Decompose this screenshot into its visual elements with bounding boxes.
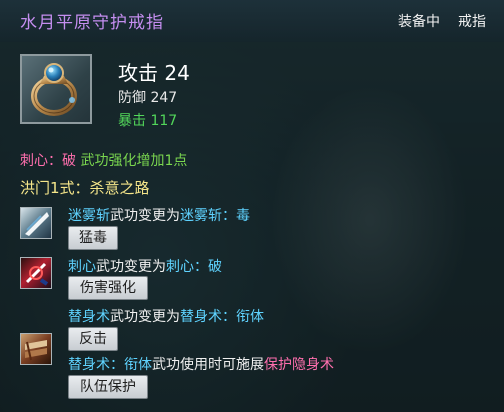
effect-name: 保护隐身术 <box>264 357 334 373</box>
counter-button[interactable]: 反击 <box>68 327 118 351</box>
skill-line-2: 刺心武功变更为刺心：破 <box>68 256 222 276</box>
skill-name: 替身术 <box>68 309 110 325</box>
stat-crit: 暴击 117 <box>118 113 178 129</box>
effect-text: 武功使用时可施展 <box>152 357 264 373</box>
skill-change-text: 武功变更为 <box>96 259 166 275</box>
team-protect-button[interactable]: 队伍保护 <box>68 375 148 399</box>
skill-name: 迷雾斩 <box>68 208 110 224</box>
skill-line-1: 迷雾斩武功变更为迷雾斩：毒 <box>68 205 250 225</box>
bonus-skill: 刺心：破 <box>20 153 76 169</box>
substitute-skill-icon <box>20 333 52 365</box>
mist-slash-skill-icon <box>20 207 52 239</box>
equip-slot: 戒指 <box>458 14 486 30</box>
damage-boost-button[interactable]: 伤害强化 <box>68 276 148 300</box>
item-tooltip-panel: 水月平原守护戒指 装备中 戒指 攻击 24 防御 247 暴击 117 刺心：破… <box>0 0 504 412</box>
stat-defense: 防御 247 <box>118 90 178 106</box>
skill-change-text: 武功变更为 <box>110 309 180 325</box>
skill-name: 刺心 <box>68 259 96 275</box>
item-name: 水月平原守护戒指 <box>20 13 164 33</box>
style-name: 杀意之路 <box>89 179 150 197</box>
style-label: 洪门1式： <box>20 179 90 197</box>
skill-change-text: 武功变更为 <box>110 208 180 224</box>
skill-name: 替身术：衔体 <box>68 357 152 373</box>
ring-icon <box>20 54 92 124</box>
skill-new-name: 替身术：衔体 <box>180 309 264 325</box>
venom-button[interactable]: 猛毒 <box>68 226 118 250</box>
skill-line-3: 替身术武功变更为替身术：衔体 <box>68 306 264 326</box>
bonus-line: 刺心：破 武功强化增加1点 <box>20 150 187 170</box>
heart-pierce-skill-icon <box>20 257 52 289</box>
extra-effect-line: 替身术：衔体武功使用时可施展保护隐身术 <box>68 354 334 374</box>
skill-new-name: 迷雾斩：毒 <box>180 208 250 224</box>
style-line: 洪门1式：杀意之路 <box>20 177 150 198</box>
bonus-text: 武功强化增加1点 <box>80 153 188 169</box>
equip-status: 装备中 <box>398 14 440 30</box>
skill-new-name: 刺心：破 <box>166 259 222 275</box>
stat-attack: 攻击 24 <box>118 61 190 85</box>
